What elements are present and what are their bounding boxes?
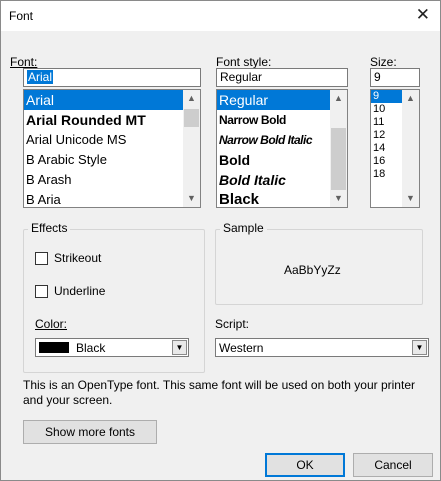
- color-value: Black: [76, 341, 106, 355]
- size-item-16[interactable]: 16: [371, 155, 403, 168]
- size-item-12[interactable]: 12: [371, 129, 403, 142]
- scroll-up-icon[interactable]: ▲: [402, 90, 419, 107]
- script-select[interactable]: Western ▼: [215, 338, 429, 357]
- script-value: Western: [219, 341, 264, 355]
- size-input[interactable]: 9: [370, 68, 420, 87]
- style-item-bold[interactable]: Bold: [217, 150, 331, 170]
- scroll-up-icon[interactable]: ▲: [330, 90, 347, 107]
- font-list-item-arial-unicode[interactable]: Arial Unicode MS: [24, 130, 184, 150]
- font-list-item-arial-rounded[interactable]: Arial Rounded MT: [24, 110, 184, 130]
- font-style-label: Font style:: [216, 55, 272, 69]
- font-label: Font:: [10, 55, 37, 69]
- close-icon[interactable]: ✕: [416, 6, 430, 24]
- font-name-value: Arial: [27, 70, 54, 84]
- scroll-up-icon[interactable]: ▲: [183, 90, 200, 107]
- scroll-thumb[interactable]: [184, 109, 199, 127]
- scroll-thumb[interactable]: [331, 128, 346, 190]
- ok-button[interactable]: OK: [265, 453, 345, 477]
- effects-title: Effects: [28, 221, 71, 235]
- font-info-text: This is an OpenType font. This same font…: [23, 378, 415, 407]
- font-name-input[interactable]: Arial: [23, 68, 201, 87]
- style-item-black[interactable]: Black: [217, 190, 331, 207]
- font-list-item-b-aria[interactable]: B Aria: [24, 190, 184, 207]
- color-select[interactable]: Black ▼: [35, 338, 189, 357]
- show-more-fonts-button[interactable]: Show more fonts: [23, 420, 157, 444]
- font-style-list-items: Regular Narrow Bold Narrow Bold Italic B…: [217, 90, 331, 207]
- size-item-9[interactable]: 9: [371, 90, 403, 103]
- style-item-bold-italic[interactable]: Bold Italic: [217, 170, 331, 190]
- font-list-item-b-arabic-style[interactable]: B Arabic Style: [24, 150, 184, 170]
- chevron-down-icon[interactable]: ▼: [412, 340, 427, 355]
- style-item-narrow-bold[interactable]: Narrow Bold: [217, 110, 331, 130]
- size-scrollbar[interactable]: ▲ ▼: [402, 90, 419, 207]
- size-list[interactable]: 9 10 11 12 14 16 18 ▲ ▼: [370, 89, 420, 208]
- scroll-down-icon[interactable]: ▼: [183, 190, 200, 207]
- color-swatch: [39, 342, 69, 353]
- size-item-11[interactable]: 11: [371, 116, 403, 129]
- size-item-18[interactable]: 18: [371, 168, 403, 181]
- title-bar: Font ✕: [1, 1, 440, 31]
- scroll-down-icon[interactable]: ▼: [330, 190, 347, 207]
- script-label: Script:: [215, 317, 250, 331]
- size-list-items: 9 10 11 12 14 16 18: [371, 90, 403, 181]
- font-list-item-arial[interactable]: Arial: [24, 90, 184, 110]
- window-title: Font: [9, 9, 34, 23]
- size-item-14[interactable]: 14: [371, 142, 403, 155]
- color-label-text: Color:: [35, 317, 68, 331]
- font-list[interactable]: Arial Arial Rounded MT Arial Unicode MS …: [23, 89, 201, 208]
- size-value: 9: [374, 70, 381, 84]
- font-dialog: Font ✕ Font: Arial Arial Arial Rounded M…: [0, 0, 441, 481]
- style-item-regular[interactable]: Regular: [217, 90, 331, 110]
- font-style-value: Regular: [220, 70, 263, 84]
- strikeout-label[interactable]: Strikeout: [54, 251, 101, 265]
- font-list-scrollbar[interactable]: ▲ ▼: [183, 90, 200, 207]
- size-item-10[interactable]: 10: [371, 103, 403, 116]
- sample-text: AaBbYyZz: [284, 263, 341, 277]
- font-label-text: Font:: [10, 55, 38, 69]
- color-label: Color:: [35, 317, 67, 331]
- font-style-scrollbar[interactable]: ▲ ▼: [330, 90, 347, 207]
- style-item-narrow-bold-italic[interactable]: Narrow Bold Italic: [217, 130, 331, 150]
- underline-checkbox[interactable]: [35, 285, 48, 298]
- font-list-item-b-arash[interactable]: B Arash: [24, 170, 184, 190]
- chevron-down-icon[interactable]: ▼: [172, 340, 187, 355]
- size-label: Size:: [370, 55, 397, 69]
- sample-title: Sample: [220, 221, 267, 235]
- font-list-items: Arial Arial Rounded MT Arial Unicode MS …: [24, 90, 184, 207]
- font-style-input[interactable]: Regular: [216, 68, 348, 87]
- strikeout-checkbox[interactable]: [35, 252, 48, 265]
- underline-label[interactable]: Underline: [54, 284, 105, 298]
- scroll-down-icon[interactable]: ▼: [402, 190, 419, 207]
- cancel-button[interactable]: Cancel: [353, 453, 433, 477]
- font-style-list[interactable]: Regular Narrow Bold Narrow Bold Italic B…: [216, 89, 348, 208]
